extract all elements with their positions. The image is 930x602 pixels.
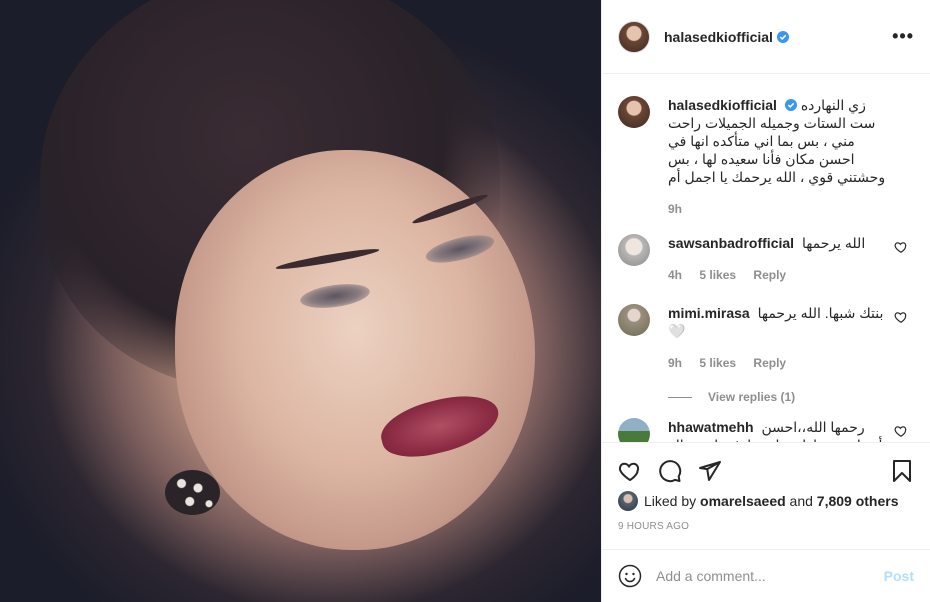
avatar[interactable] (618, 491, 638, 511)
heart-icon[interactable] (894, 240, 908, 254)
caption-time[interactable]: 9h (668, 202, 682, 216)
likes-middle: and (789, 493, 813, 509)
share-icon[interactable] (698, 459, 722, 483)
heart-icon[interactable] (894, 424, 908, 438)
heart-icon[interactable] (894, 310, 908, 324)
emoji-icon[interactable] (618, 564, 642, 588)
comment: mimi.mirasa بنتك شبها. الله يرحمها 🤍 9h … (618, 304, 914, 372)
verified-badge-icon (776, 30, 789, 43)
comments-list[interactable]: halasedkiofficial زي النهارده ست الستات … (602, 74, 930, 442)
bookmark-icon[interactable] (890, 459, 914, 483)
likes-summary: Liked by omarelsaeed and 7,809 others (618, 491, 914, 511)
post-panel: halasedkiofficial ••• halasedkiofficial … (601, 0, 930, 602)
post-button[interactable]: Post (884, 568, 914, 584)
reply-button[interactable]: Reply (753, 356, 786, 370)
post-actions: Liked by omarelsaeed and 7,809 others 9 … (602, 442, 930, 532)
comment-username[interactable]: hhawatmehh (668, 419, 754, 435)
caption: halasedkiofficial زي النهارده ست الستات … (618, 74, 914, 218)
verified-badge-icon (784, 99, 797, 111)
view-replies-label[interactable]: View replies (1) (708, 390, 795, 404)
comment-icon[interactable] (658, 459, 682, 483)
more-options-icon[interactable]: ••• (892, 26, 914, 47)
likes-prefix: Liked by (644, 493, 697, 509)
post-timestamp[interactable]: 9 HOURS AGO (618, 521, 914, 532)
comment-likes[interactable]: 5 likes (699, 268, 736, 282)
replies-divider (668, 396, 692, 398)
reply-button[interactable]: Reply (753, 268, 786, 282)
add-comment-bar: Post (602, 549, 930, 602)
add-comment-input[interactable] (656, 568, 884, 584)
comment-likes[interactable]: 5 likes (699, 356, 736, 370)
post-image[interactable] (0, 0, 601, 602)
comment-time[interactable]: 9h (668, 356, 682, 370)
liked-by-user[interactable]: omarelsaeed (700, 493, 786, 509)
post-header: halasedkiofficial ••• (602, 0, 930, 74)
avatar[interactable] (618, 418, 650, 442)
avatar[interactable] (618, 234, 650, 266)
comment-username[interactable]: sawsanbadrofficial (668, 235, 794, 251)
view-replies-button[interactable]: View replies (1) (668, 390, 914, 404)
avatar[interactable] (618, 96, 650, 128)
heart-icon[interactable] (618, 459, 642, 483)
avatar[interactable] (618, 20, 650, 53)
comment-username[interactable]: mimi.mirasa (668, 305, 750, 321)
header-username[interactable]: halasedkiofficial (664, 29, 773, 45)
caption-username[interactable]: halasedkiofficial (668, 97, 777, 113)
comment-time[interactable]: 4h (668, 268, 682, 282)
likes-count[interactable]: 7,809 others (817, 493, 899, 509)
avatar[interactable] (618, 304, 650, 336)
comment-text: الله يرحمها (801, 235, 866, 251)
comment: sawsanbadrofficial الله يرحمها 4h 5 like… (618, 234, 914, 284)
photo-earring (165, 470, 220, 515)
photo-face (175, 150, 535, 550)
comment: hhawatmehh رحمها الله،،احسن أم،،انجبت،،ا… (618, 418, 914, 442)
